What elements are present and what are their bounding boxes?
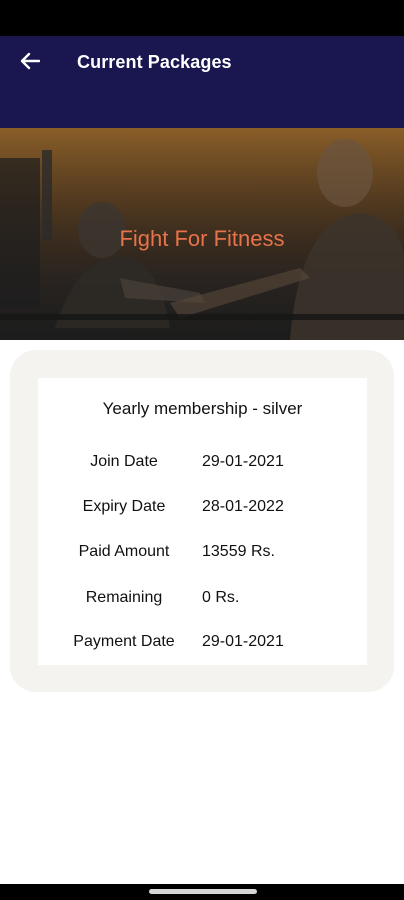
package-name: Yearly membership - silver [102,399,303,418]
detail-value: 28-01-2022 [202,498,284,515]
hero-banner: Fight For Fitness [0,128,404,340]
detail-row-remaining: Remaining 0 Rs. [38,589,367,613]
detail-value: 29-01-2021 [202,633,284,650]
page-title: Current Packages [77,52,232,72]
detail-label: Payment Date [73,633,175,650]
banner-title: Fight For Fitness [119,226,285,251]
back-button[interactable] [12,50,48,76]
detail-row-join-date: Join Date 29-01-2021 [38,453,367,477]
detail-row-paid-amount: Paid Amount 13559 Rs. [38,543,367,567]
detail-value: 29-01-2021 [202,453,284,470]
detail-label: Expiry Date [82,498,166,515]
detail-row-payment-date: Payment Date 29-01-2021 [38,633,367,657]
status-bar [0,0,404,36]
detail-row-expiry-date: Expiry Date 28-01-2022 [38,498,367,522]
detail-value: 13559 Rs. [202,543,275,560]
home-indicator[interactable] [149,889,257,894]
arrow-left-icon [20,52,41,75]
detail-label: Join Date [90,453,158,470]
detail-value: 0 Rs. [202,589,240,606]
detail-label: Remaining [85,589,163,606]
detail-label: Paid Amount [78,543,170,560]
app-bar [0,36,404,128]
